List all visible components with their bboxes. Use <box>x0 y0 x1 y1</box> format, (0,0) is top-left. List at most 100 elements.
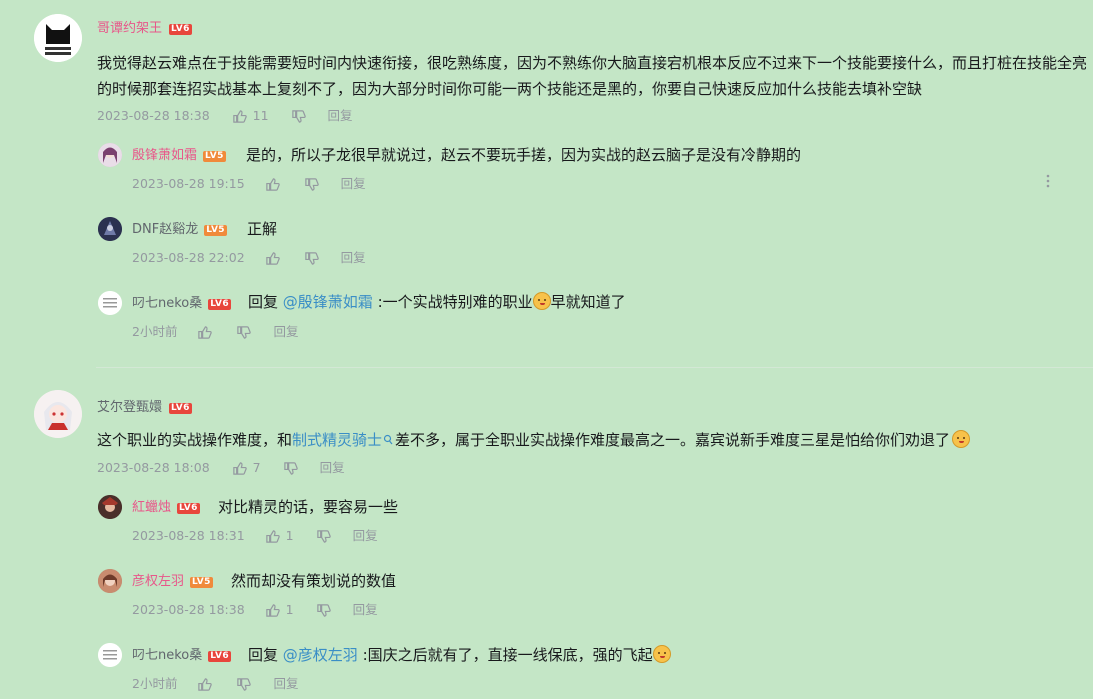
comment-time: 2023-08-28 18:08 <box>97 460 210 475</box>
thumb-down-icon <box>236 325 252 340</box>
reply-time: 2小时前 <box>132 324 178 339</box>
username[interactable]: 叼七neko桑 <box>132 296 202 312</box>
reply-text: 回复 @殷锋萧如霜 :一个实战特别难的职业 早就知道了 <box>248 289 626 315</box>
reply-meta: 2023-08-28 18:38 1 回复 <box>132 602 378 618</box>
reply-prefix: 回复 <box>248 293 283 311</box>
reply-text: 正解 <box>247 220 278 238</box>
reply-text: 对比精灵的话，要容易一些 <box>218 498 399 516</box>
thumb-down-icon <box>291 109 306 124</box>
reply-button[interactable]: 回复 <box>341 176 366 192</box>
avatar[interactable] <box>98 217 122 241</box>
divider <box>96 367 1093 368</box>
like-button[interactable]: 1 <box>265 528 294 544</box>
like-button[interactable]: 1 <box>265 602 294 618</box>
reply-button[interactable]: 回复 <box>320 460 345 476</box>
dislike-button[interactable] <box>283 461 298 476</box>
thumb-down-icon <box>316 603 331 618</box>
reply-meta: 2023-08-28 19:15 回复 <box>132 176 366 192</box>
username[interactable]: 艾尔登甄嬛 <box>97 400 162 416</box>
emoji-icon <box>532 292 551 310</box>
more-icon[interactable] <box>1046 174 1050 188</box>
avatar[interactable] <box>98 495 122 519</box>
thumb-down-icon <box>304 251 319 266</box>
level-badge: LV5 <box>203 150 226 162</box>
reply-button[interactable]: 回复 <box>353 528 378 544</box>
reply-text: 回复 @彦权左羽 :国庆之后就有了，直接一线保底，强的飞起 <box>248 642 671 668</box>
comment-text-pre: 这个职业的实战操作难度，和 <box>97 431 293 449</box>
like-button[interactable]: 7 <box>232 460 261 476</box>
dislike-button[interactable] <box>304 177 319 192</box>
search-link-icon[interactable] <box>383 434 393 446</box>
reply-time: 2023-08-28 19:15 <box>132 176 245 191</box>
thumb-up-icon <box>197 677 213 692</box>
reply-prefix: 回复 <box>248 646 283 664</box>
avatar[interactable] <box>34 14 82 62</box>
username[interactable]: 紅蠟烛 <box>132 500 171 516</box>
avatar[interactable] <box>98 143 122 167</box>
comment-time: 2023-08-28 18:38 <box>97 108 210 123</box>
reply-button[interactable]: 回复 <box>273 324 298 340</box>
mention-link[interactable]: @彦权左羽 <box>283 646 358 664</box>
reply-meta: 2小时前 回复 <box>132 324 298 340</box>
level-badge: LV6 <box>169 402 192 414</box>
avatar[interactable] <box>34 390 82 438</box>
username[interactable]: 彦权左羽 <box>132 574 184 590</box>
like-count: 1 <box>285 528 294 543</box>
like-button[interactable] <box>265 251 280 266</box>
reply-text: 然而却没有策划说的数值 <box>231 572 397 590</box>
dislike-button[interactable] <box>316 603 331 618</box>
emoji-icon <box>952 430 971 448</box>
dislike-button[interactable] <box>316 529 331 544</box>
mention-link[interactable]: @殷锋萧如霜 <box>283 293 373 311</box>
like-count: 1 <box>285 602 294 617</box>
level-badge: LV6 <box>208 650 231 662</box>
reply-time: 2023-08-28 18:38 <box>132 602 245 617</box>
avatar[interactable] <box>98 569 122 593</box>
reply-button[interactable]: 回复 <box>341 250 366 266</box>
reply-button[interactable]: 回复 <box>273 676 298 692</box>
like-count: 7 <box>252 460 261 475</box>
emoji-icon <box>652 645 671 663</box>
reply-time: 2023-08-28 22:02 <box>132 250 245 265</box>
like-button[interactable]: 11 <box>232 108 269 124</box>
username[interactable]: 哥谭约架王 <box>97 21 162 37</box>
like-button[interactable] <box>197 325 213 340</box>
reply-button[interactable]: 回复 <box>353 602 378 618</box>
comment-meta: 2023-08-28 18:38 11 回复 <box>97 108 353 124</box>
reply-body-after: 早就知道了 <box>550 293 626 311</box>
reply-time: 2小时前 <box>132 676 178 691</box>
level-badge: LV5 <box>204 224 227 236</box>
dislike-button[interactable] <box>236 677 252 692</box>
like-button[interactable] <box>265 177 280 192</box>
thumb-down-icon <box>304 177 319 192</box>
thumb-down-icon <box>283 461 298 476</box>
avatar[interactable] <box>98 643 122 667</box>
dislike-button[interactable] <box>291 109 306 124</box>
username[interactable]: 殷锋萧如霜 <box>132 148 197 164</box>
thumb-up-icon <box>265 529 280 544</box>
like-button[interactable] <box>197 677 213 692</box>
comment-meta: 2023-08-28 18:08 7 回复 <box>97 460 345 476</box>
comment-text-post: 差不多，属于全职业实战操作难度最高之一。嘉宾说新手难度三星是怕给你们劝退了 <box>395 431 951 449</box>
level-badge: LV6 <box>208 298 231 310</box>
dislike-button[interactable] <box>304 251 319 266</box>
thumb-up-icon <box>232 109 247 124</box>
thumb-up-icon <box>265 177 280 192</box>
level-badge: LV5 <box>190 576 213 588</box>
search-link[interactable]: 制式精灵骑士 <box>292 431 382 449</box>
level-badge: LV6 <box>177 502 200 514</box>
dislike-button[interactable] <box>236 325 252 340</box>
reply-button[interactable]: 回复 <box>328 108 353 124</box>
reply-text: 是的，所以子龙很早就说过，赵云不要玩手搓，因为实战的赵云脑子是没有冷静期的 <box>246 146 802 164</box>
avatar[interactable] <box>98 291 122 315</box>
reply-meta: 2023-08-28 18:31 1 回复 <box>132 528 378 544</box>
comment-text: 这个职业的实战操作难度，和制式精灵骑士 差不多，属于全职业实战操作难度最高之一。嘉… <box>97 427 971 453</box>
username[interactable]: 叼七neko桑 <box>132 648 202 664</box>
thumb-up-icon <box>265 251 280 266</box>
thumb-up-icon <box>265 603 280 618</box>
thumb-up-icon <box>197 325 213 340</box>
reply-body: :一个实战特别难的职业 <box>372 293 533 311</box>
username[interactable]: DNF赵谿龙 <box>132 222 198 238</box>
comment-text: 我觉得赵云难点在于技能需要短时间内快速衔接，很吃熟练度，因为不熟练你大脑直接宕机… <box>97 54 1088 98</box>
level-badge: LV6 <box>169 23 192 35</box>
